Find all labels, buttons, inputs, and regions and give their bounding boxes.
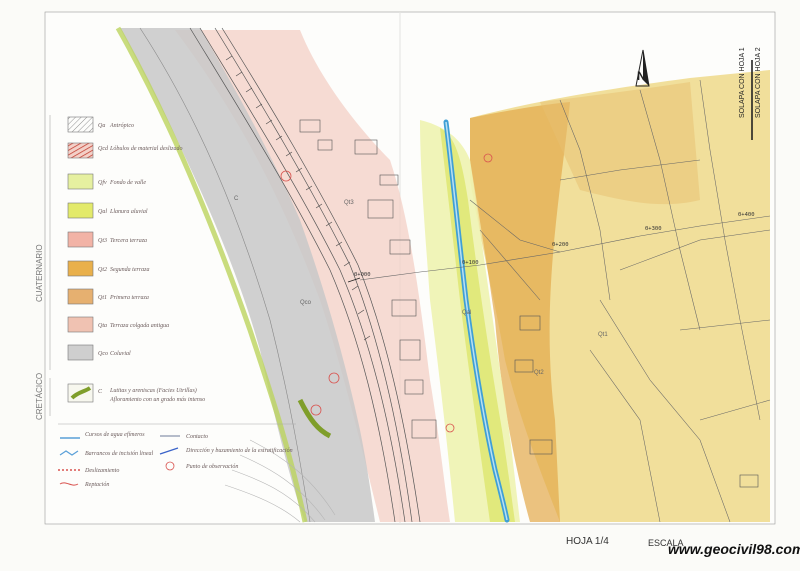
legend-qt1-label: Primera terraza [109,295,149,301]
legend-section-quaternary: CUATERNARIO [35,244,44,302]
swatch-qt1 [67,288,94,305]
label-qt2: Qt2 [534,370,544,376]
legend-symbol-dip: Dirección y buzamiento de la estratifica… [185,447,293,454]
overlap-sheet-1: SOLAPA CON HOJA 1 [739,47,746,118]
watermark: www.geocivil98.com [668,541,800,557]
legend-qt2-label: Segunda terraza [110,267,150,273]
geological-map: 0+000 0+100 0+200 0+300 0+400 SOLAPA CON… [35,11,776,525]
legend-symbol-contact: Contacto [186,434,208,440]
legend-qal-label: Llanura aluvial [109,209,148,215]
swatch-qt3 [67,231,94,248]
chainage-100: 0+100 [462,260,479,266]
legend-qt2-code: Qt2 [98,267,107,273]
swatch-qal [67,202,94,219]
label-qt1: Qt1 [598,332,608,338]
north-label: N [637,69,646,83]
legend-qfv-label: Fondo de valle [109,180,146,186]
legend-qcd-code: Qcd [98,146,109,152]
label-qco: Qco [300,300,312,306]
legend-symbol-observation: Punto de observación [185,464,238,470]
overlap-sheet-2: SOLAPA CON HOJA 2 [755,47,762,118]
swatch-qa [67,116,94,133]
chainage-0: 0+000 [354,272,371,278]
legend-qal-code: Qal [98,209,107,215]
legend-qfv-code: Qfv [98,179,107,186]
sheet-number: HOJA 1/4 [566,536,609,547]
legend-c-label: Lutitas y areniscas (Facies Utrillas) [109,387,197,394]
swatch-qcd [67,142,94,159]
legend-qco-code: Qco [98,351,108,357]
legend-symbol-streams: Cursos de agua efímeros [85,431,145,438]
swatch-qt2 [67,260,94,277]
legend-qt3-label: Tercera terraza [110,238,147,244]
legend-qa-label: Antrópico [109,123,134,129]
legend-section-cretaceous: CRETÁCICO [35,373,44,420]
legend-qt1-code: Qt1 [98,295,107,301]
chainage-200: 0+200 [552,242,569,248]
legend-qa-code: Qa [98,123,105,129]
swatch-qco [67,344,94,361]
chainage-300: 0+300 [645,226,662,232]
label-qt3: Qt3 [344,200,354,206]
legend-symbol-creep: Reptación [84,482,109,488]
legend-symbol-gullies: Barrancos de incisión lineal [85,451,153,457]
swatch-qta [67,316,94,333]
legend-qt3-code: Qt3 [98,238,107,244]
legend-qcd-label: Lóbulos de material deslizado [109,146,183,152]
label-qal: Qal [462,310,471,316]
legend-qta-label: Terraza colgada antigua [110,323,169,329]
legend-c-sub: Afloramiento con un grado más intenso [109,396,205,403]
chainage-400: 0+400 [738,212,755,218]
swatch-qfv [67,173,94,190]
legend-qta-code: Qta [98,323,107,329]
label-c: C [234,196,239,202]
legend-qco-label: Coluvial [110,351,131,357]
legend-symbol-landslide: Deslizamiento [84,468,119,474]
